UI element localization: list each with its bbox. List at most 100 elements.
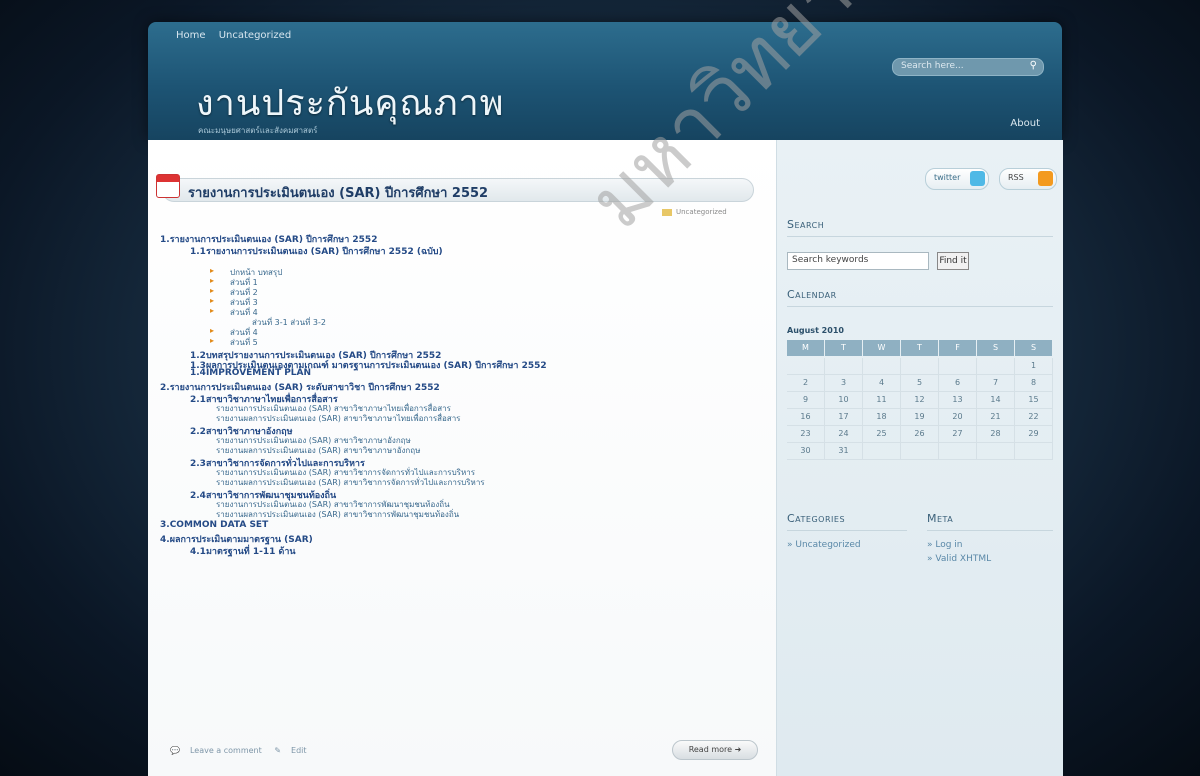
calendar-week-row: 9 10 11 12 13 14 15	[787, 392, 1053, 409]
calendar-day[interactable]: 11	[863, 392, 901, 409]
calendar-day[interactable]: 9	[787, 392, 825, 409]
bullet-icon: ▸	[210, 286, 215, 295]
calendar-day[interactable]: 5	[901, 375, 939, 392]
toc-item[interactable]: 1.1รายงานการประเมินตนเอง (SAR) ปีการศึกษ…	[190, 244, 443, 258]
calendar-weekday: T	[901, 340, 938, 356]
twitter-button[interactable]: twitter	[925, 168, 989, 190]
main-content: รายงานการประเมินตนเอง (SAR) ปีการศึกษา 2…	[148, 140, 776, 776]
calendar-day[interactable]: 28	[977, 426, 1015, 443]
calendar-week-row: 16 17 18 19 20 21 22	[787, 409, 1053, 426]
calendar-day[interactable]: 16	[787, 409, 825, 426]
calendar-date-icon	[156, 174, 180, 198]
calendar-day[interactable]: 29	[1015, 426, 1053, 443]
calendar-day[interactable]: 30	[787, 443, 825, 460]
toc-item-text: รายงานผลการประเมินตนเอง (SAR) สาขาวิชาภา…	[216, 446, 421, 455]
calendar-day[interactable]: 8	[1015, 375, 1053, 392]
calendar-day	[787, 358, 825, 375]
search-heading: Search	[787, 218, 825, 231]
leave-comment-link[interactable]: Leave a comment	[190, 746, 262, 755]
toc-item-number: 2.	[160, 383, 170, 393]
calendar-day[interactable]: 2	[787, 375, 825, 392]
calendar-day	[825, 358, 863, 375]
toc-item-text: IMPROVEMENT PLAN	[205, 368, 312, 378]
nav-home-link[interactable]: Home	[176, 30, 206, 41]
calendar-day[interactable]: 31	[825, 443, 863, 460]
calendar-day[interactable]: 21	[977, 409, 1015, 426]
post-title[interactable]: รายงานการประเมินตนเอง (SAR) ปีการศึกษา 2…	[188, 182, 488, 203]
about-link[interactable]: About	[1010, 118, 1040, 129]
edit-link[interactable]: Edit	[291, 746, 307, 755]
toc-item-text: COMMON DATA SET	[169, 520, 269, 530]
comment-icon: 💬	[170, 746, 180, 755]
calendar-day[interactable]: 26	[901, 426, 939, 443]
calendar-day	[863, 443, 901, 460]
rss-label: RSS	[1008, 173, 1024, 182]
categories-heading: Categories	[787, 512, 846, 525]
site-title[interactable]: งานประกันคุณภาพ	[196, 74, 505, 131]
calendar-day[interactable]: 25	[863, 426, 901, 443]
calendar-day	[901, 358, 939, 375]
bullet-icon: ▸	[210, 266, 215, 275]
divider	[927, 530, 1053, 531]
post-category-label: Uncategorized	[676, 208, 727, 216]
divider	[787, 530, 907, 531]
calendar-day[interactable]: 10	[825, 392, 863, 409]
arrow-right-icon: ➜	[734, 745, 742, 754]
twitter-icon	[970, 171, 985, 186]
toc-item-number: 4.1	[190, 547, 206, 557]
calendar-day[interactable]: 14	[977, 392, 1015, 409]
calendar-day[interactable]: 23	[787, 426, 825, 443]
toc-item-number: 2.2	[190, 427, 206, 437]
read-more-button[interactable]: Read more ➜	[672, 740, 758, 760]
calendar-day[interactable]: 22	[1015, 409, 1053, 426]
calendar-day[interactable]: 4	[863, 375, 901, 392]
sidebar: twitter RSS Search Search keywords Find …	[776, 140, 1063, 776]
calendar-day[interactable]: 15	[1015, 392, 1053, 409]
find-it-button[interactable]: Find it	[937, 252, 969, 270]
toc-item-number: 1.1	[190, 247, 206, 257]
nav-uncategorized-link[interactable]: Uncategorized	[219, 30, 291, 41]
category-link-label: Uncategorized	[795, 540, 861, 550]
calendar-day[interactable]: 6	[939, 375, 977, 392]
calendar-day[interactable]: 7	[977, 375, 1015, 392]
rss-button[interactable]: RSS	[999, 168, 1057, 190]
log-in-label: Log in	[935, 540, 963, 550]
top-navigation: Home Uncategorized	[176, 30, 301, 41]
sidebar-search-input[interactable]: Search keywords	[787, 252, 929, 270]
header-search-placeholder: Search here...	[901, 61, 964, 71]
valid-xhtml-link[interactable]: » Valid XHTML	[927, 554, 991, 564]
header-search-input[interactable]: Search here... ⚲	[892, 58, 1044, 76]
calendar-day[interactable]: 17	[825, 409, 863, 426]
toc-item-number: 1.4	[190, 368, 206, 378]
toc-item-text: รายงานผลการประเมินตนเอง (SAR) สาขาวิชากา…	[216, 510, 460, 519]
calendar-weekday: S	[977, 340, 1014, 356]
category-link[interactable]: » Uncategorized	[787, 540, 861, 550]
toc-item[interactable]: ส่วนที่ 3-1 ส่วนที่ 3-2	[252, 316, 326, 329]
log-in-link[interactable]: » Log in	[927, 540, 963, 550]
calendar-weekday: M	[787, 340, 824, 356]
site-description: คณะมนุษยศาสตร์และสังคมศาสตร์	[198, 126, 318, 135]
toc-item[interactable]: 3.COMMON DATA SET	[160, 520, 268, 530]
calendar-day[interactable]: 19	[901, 409, 939, 426]
calendar-day[interactable]: 1	[1015, 358, 1053, 375]
calendar-day[interactable]: 20	[939, 409, 977, 426]
rss-icon	[1038, 171, 1053, 186]
calendar-day[interactable]: 13	[939, 392, 977, 409]
edit-icon: ✎	[274, 746, 282, 755]
calendar-day[interactable]: 24	[825, 426, 863, 443]
calendar-day	[977, 358, 1015, 375]
toc-item[interactable]: 1.4IMPROVEMENT PLAN	[190, 368, 311, 378]
calendar-day[interactable]: 3	[825, 375, 863, 392]
calendar-day[interactable]: 27	[939, 426, 977, 443]
toc-item-number: 2.3	[190, 459, 206, 469]
post-footer: 💬 Leave a comment ✎ Edit	[170, 746, 317, 755]
search-icon[interactable]: ⚲	[1030, 60, 1037, 71]
bullet-icon: ▸	[210, 336, 215, 345]
calendar-day[interactable]: 12	[901, 392, 939, 409]
toc-item-text: รายงานการประเมินตนเอง (SAR) ปีการศึกษา 2…	[205, 247, 443, 257]
bullet-icon: ▸	[210, 326, 215, 335]
calendar-day[interactable]: 18	[863, 409, 901, 426]
toc-item[interactable]: 4.1มาตรฐานที่ 1-11 ด้าน	[190, 544, 296, 558]
post-category[interactable]: Uncategorized	[662, 208, 727, 216]
calendar-week-row: 1	[787, 358, 1053, 375]
